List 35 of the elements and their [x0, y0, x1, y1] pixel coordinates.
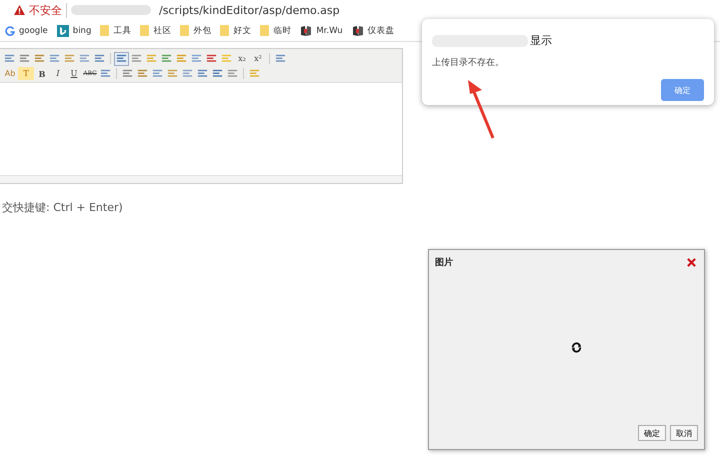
arrow-annotation [466, 78, 496, 140]
bookmark-link[interactable]: 工具 [113, 24, 132, 36]
loading-icon [571, 342, 582, 352]
bookmark-link[interactable]: Mr.Wu [316, 26, 343, 36]
folder-icon [260, 25, 270, 36]
page-icon [300, 24, 312, 36]
folder-icon [180, 25, 190, 36]
bookmark-link[interactable]: bing [72, 26, 92, 36]
bookmark-link[interactable]: 好文 [233, 24, 252, 36]
alert-message: 上传目录不存在。 [432, 56, 505, 69]
folder-icon [100, 25, 110, 36]
close-icon[interactable] [687, 258, 696, 267]
bing-icon [56, 24, 69, 36]
folder-icon [220, 25, 230, 36]
toolbar-button[interactable]: B [34, 67, 50, 80]
bookmark-link[interactable]: 仪表盘 [368, 24, 395, 36]
toolbar-button[interactable]: I [50, 67, 66, 80]
toolbar-icon[interactable] [114, 52, 129, 66]
toolbar-button[interactable]: x₂ [234, 52, 250, 65]
google-icon [5, 26, 15, 36]
folder-icon [140, 25, 150, 36]
dialog-button[interactable]: 确定 [638, 425, 666, 441]
dialog-button[interactable]: 取消 [670, 425, 698, 441]
page-icon [352, 24, 364, 36]
toolbar-button[interactable]: U [66, 67, 82, 80]
dialog-title: 显示 [530, 33, 552, 48]
toolbar-button[interactable]: x² [250, 52, 266, 65]
dialog-title: 图片 [435, 256, 453, 269]
url-text[interactable]: /scripts/kindEditor/asp/demo.asp [159, 4, 340, 16]
shortcut-hint: 交快捷键: Ctrl + Enter) [2, 200, 124, 215]
security-label[interactable]: 不安全 [29, 2, 67, 18]
bookmark-link[interactable]: 临时 [273, 24, 292, 36]
bookmark-link[interactable]: 社区 [153, 24, 172, 36]
bookmark-link[interactable]: 外包 [193, 24, 212, 36]
bookmark-link[interactable]: google [19, 26, 48, 36]
